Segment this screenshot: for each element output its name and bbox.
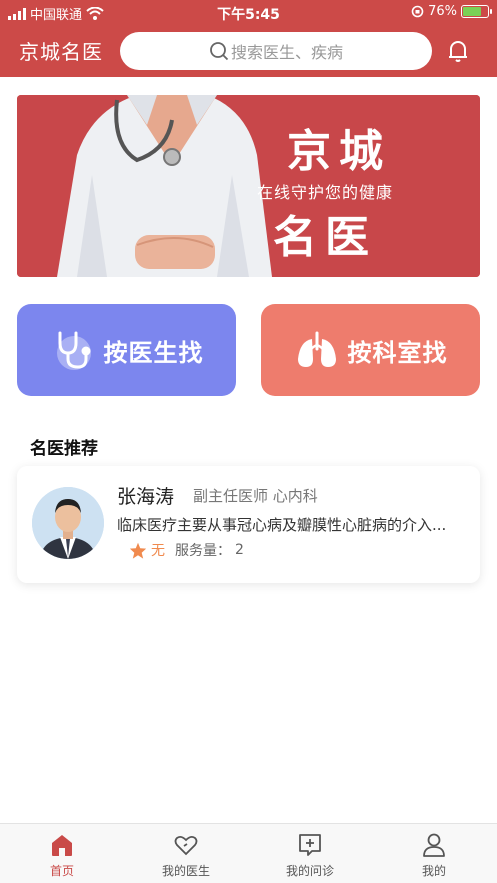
battery-percent: 76% <box>428 4 457 19</box>
doctor-title: 副主任医师 心内科 <box>193 487 318 505</box>
tab-profile[interactable]: 我的 <box>384 832 484 879</box>
tab-my-doctors[interactable]: 我的医生 <box>136 832 236 879</box>
search-icon <box>210 42 229 61</box>
doctor-name: 张海涛 <box>117 486 175 508</box>
promo-banner[interactable]: 京城 在线守护您的健康 名医 <box>17 95 480 277</box>
status-bar: 中国联通 下午5:45 76% <box>0 0 497 26</box>
search-placeholder: 搜索医生、疾病 <box>230 43 343 62</box>
doctor-rating: 无 服务量： 2 <box>129 540 244 560</box>
star-icon <box>129 542 147 559</box>
doctor-avatar <box>32 487 104 559</box>
tab-home[interactable]: 首页 <box>12 832 112 879</box>
battery-icon <box>461 5 492 18</box>
bell-icon[interactable] <box>446 38 470 64</box>
doctor-illustration <box>17 95 480 277</box>
find-by-department-button[interactable]: 按科室找 <box>261 304 480 396</box>
rating-value: 无 <box>151 543 165 559</box>
tab-my-consultations[interactable]: 我的问诊 <box>260 832 360 879</box>
banner-subtitle: 在线守护您的健康 <box>257 183 394 202</box>
app-title: 京城名医 <box>19 40 103 64</box>
service-count: 2 <box>235 542 244 558</box>
user-icon <box>423 833 445 857</box>
stethoscope-icon <box>56 331 91 370</box>
home-icon <box>52 835 72 856</box>
banner-title-line1: 京城 <box>287 126 391 177</box>
bottom-tab-bar: 首页 我的医生 我的问诊 我的 <box>0 823 497 883</box>
orientation-lock-icon <box>411 5 424 18</box>
find-by-department-label: 按科室找 <box>347 338 448 367</box>
tab-my-consultations-label: 我的问诊 <box>285 864 334 878</box>
tab-profile-label: 我的 <box>421 864 446 878</box>
app-header: 中国联通 下午5:45 76% 京城名医 搜索医生、疾病 <box>0 0 497 77</box>
heart-icon <box>174 835 198 856</box>
tab-my-doctors-label: 我的医生 <box>161 864 210 878</box>
banner-title-line2: 名医 <box>273 212 377 263</box>
consult-icon <box>299 834 321 856</box>
doctor-card[interactable]: 张海涛 副主任医师 心内科 临床医疗主要从事冠心病及瓣膜性心脏病的介入... 无… <box>17 466 480 583</box>
find-by-doctor-label: 按医生找 <box>103 338 204 367</box>
service-label: 服务量： <box>175 543 231 559</box>
search-input[interactable]: 搜索医生、疾病 <box>120 32 432 70</box>
find-by-doctor-button[interactable]: 按医生找 <box>17 304 236 396</box>
lungs-icon <box>297 331 336 367</box>
tab-home-label: 首页 <box>49 864 74 878</box>
section-title: 名医推荐 <box>30 439 98 459</box>
doctor-description: 临床医疗主要从事冠心病及瓣膜性心脏病的介入... <box>117 516 447 534</box>
